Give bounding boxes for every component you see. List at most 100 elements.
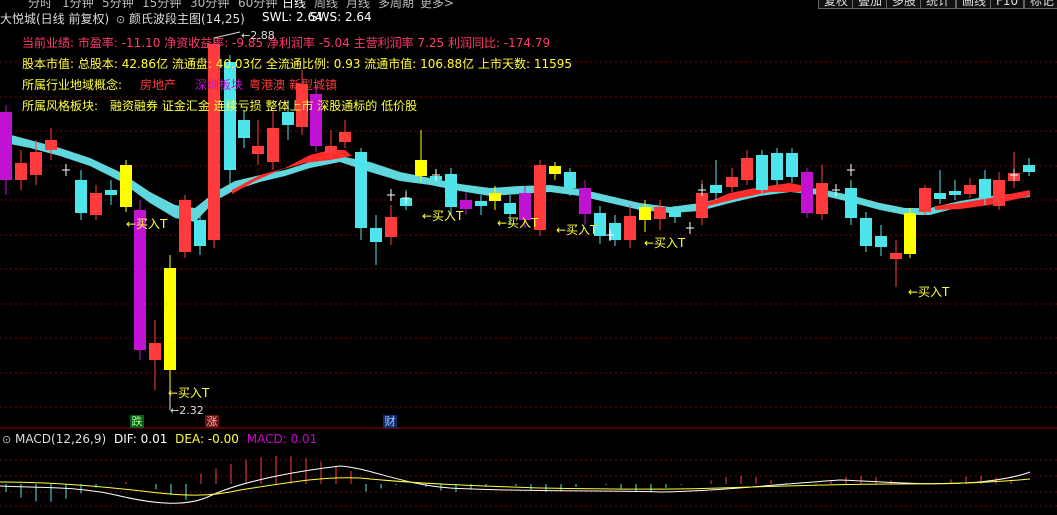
arrow-left-icon: ←	[241, 29, 251, 42]
period-tab-0[interactable]: 分时	[28, 0, 52, 9]
toolbar-button-3[interactable]: 统计	[920, 0, 957, 9]
candle-body-61	[949, 191, 961, 195]
buy-signal-1: ←买入T	[126, 217, 168, 231]
macd-value: MACD: 0.01	[246, 432, 318, 446]
toolbar-button-0[interactable]: 复权	[818, 0, 855, 9]
candle-body-23	[355, 152, 367, 228]
candle-body-27	[415, 160, 427, 176]
candle-body-25	[385, 217, 397, 237]
info-performance: 当前业绩: 市盈率: -11.10 净资收益率: -9.85 净利润率 -5.0…	[22, 36, 551, 50]
candle-body-58	[904, 213, 916, 254]
candle-body-47	[726, 177, 738, 187]
candle-body-62	[964, 185, 976, 194]
indicator-selector[interactable]: ⊙ 颜氏波段主图(14,25)	[116, 10, 245, 27]
period-tab-10[interactable]: 更多>	[420, 0, 454, 9]
candle-body-50	[771, 153, 783, 180]
badge-rise[interactable]: 涨	[205, 415, 219, 428]
candle-body-38	[579, 188, 591, 214]
period-tab-9[interactable]: 多周期	[378, 0, 414, 9]
settings-toggle-icon[interactable]: ⊙	[2, 433, 11, 446]
candle-body-44	[669, 211, 681, 217]
low-price-label: 2.32	[179, 404, 204, 417]
info-style-tags: 融资融券 证金汇金 连续亏损 整体上市 深股通标的 低价股	[110, 99, 418, 113]
candle-body-3	[45, 140, 57, 150]
period-toolbar: 分时 1分钟 5分钟 15分钟 30分钟 60分钟 日线 周线 月线 多周期 更多> 复权 叠加 多股 统计…	[0, 0, 1057, 9]
candle-body-4	[75, 180, 87, 213]
macd-indicator-name[interactable]: MACD(12,26,9)	[15, 432, 106, 446]
candle-body-5	[90, 193, 102, 215]
high-price-label: 2.88	[250, 29, 275, 42]
candle-body-16	[252, 146, 264, 154]
candle-body-55	[860, 218, 872, 246]
badge-finance[interactable]: 财	[383, 415, 397, 428]
info-style-label: 所属风格板块:	[22, 99, 99, 113]
candle-body-54	[845, 188, 857, 218]
stock-name: 大悦城(日线 前复权)	[0, 12, 110, 26]
candle-body-51	[786, 153, 798, 177]
candle-body-31	[475, 201, 487, 206]
buy-signal-2: ←买入T	[168, 386, 210, 400]
candle-body-2	[30, 152, 42, 175]
dea-value: DEA: -0.00	[175, 432, 239, 446]
candle-body-17	[267, 128, 279, 162]
candle-body-60	[934, 193, 946, 199]
candle-body-6	[105, 190, 117, 195]
info-capital: 股本市值: 总股本: 42.86亿 流通盘: 40.03亿 全流通比例: 0.9…	[22, 57, 572, 71]
high-price-marker: ←2.88	[241, 29, 275, 42]
candle-body-45	[696, 193, 708, 218]
candle-body-15	[238, 120, 250, 138]
chevron-down-icon[interactable]: ⊙	[116, 13, 125, 26]
toolbar-button-6[interactable]: 标记	[1024, 0, 1057, 9]
macd-panel	[0, 456, 1031, 504]
period-tab-1[interactable]: 1分钟	[62, 0, 94, 9]
candle-body-59	[919, 188, 931, 212]
period-tab-7[interactable]: 周线	[314, 0, 338, 9]
industry-tag-realestate[interactable]: 房地产	[140, 76, 176, 93]
candle-body-1	[15, 163, 27, 180]
candle-body-64	[993, 180, 1005, 206]
toolbar-button-4[interactable]: 画线	[956, 0, 993, 9]
candle-body-37	[564, 172, 576, 188]
candle-body-33	[504, 203, 516, 214]
dif-value: DIF: 0.01	[114, 432, 168, 446]
candle-body-57	[890, 253, 902, 259]
buy-signal-6: ←买入T	[644, 236, 686, 250]
info-industry-label: 所属行业地域概念:	[22, 78, 123, 92]
industry-tag-shenzhen[interactable]: 深圳板块	[195, 76, 243, 93]
candle-body-52	[801, 172, 813, 213]
stock-title[interactable]: 大悦城(日线 前复权)	[0, 10, 109, 27]
period-tab-2[interactable]: 5分钟	[102, 0, 134, 9]
industry-tag-urbanization[interactable]: 新型城镇	[289, 76, 337, 93]
candle-body-49	[756, 155, 768, 190]
indicator-name: 颜氏波段主图(14,25)	[129, 12, 245, 26]
toolbar-button-1[interactable]: 叠加	[852, 0, 889, 9]
candle-body-63	[979, 179, 991, 198]
candle-body-42	[639, 207, 651, 220]
low-price-marker: ←2.32	[170, 404, 204, 417]
candle-body-40	[609, 223, 621, 240]
candle-body-11	[179, 200, 191, 252]
candle-body-10	[164, 268, 176, 370]
arrow-left-icon: ←	[170, 404, 180, 417]
sws-value: SWS: 2.64	[310, 10, 372, 24]
candle-body-56	[875, 236, 887, 247]
candle-body-53	[816, 183, 828, 214]
candle-body-43	[654, 207, 666, 219]
period-tab-5[interactable]: 60分钟	[238, 0, 277, 9]
candle-body-0	[0, 112, 12, 180]
period-tab-8[interactable]: 月线	[346, 0, 370, 9]
candle-body-36	[549, 166, 561, 174]
candle-body-21	[325, 146, 337, 153]
candle-body-46	[710, 185, 722, 193]
industry-tag-gba[interactable]: 粤港澳	[249, 76, 285, 93]
candle-body-13	[208, 44, 220, 240]
period-tab-6[interactable]: 日线	[282, 0, 306, 9]
candle-body-29	[445, 174, 457, 207]
candle-body-7	[120, 165, 132, 207]
period-tab-3[interactable]: 15分钟	[142, 0, 181, 9]
candle-body-9	[149, 343, 161, 360]
toolbar-button-2[interactable]: 多股	[886, 0, 923, 9]
period-tab-4[interactable]: 30分钟	[190, 0, 229, 9]
badge-fall[interactable]: 跌	[130, 415, 144, 428]
toolbar-button-5[interactable]: F10	[990, 0, 1025, 9]
